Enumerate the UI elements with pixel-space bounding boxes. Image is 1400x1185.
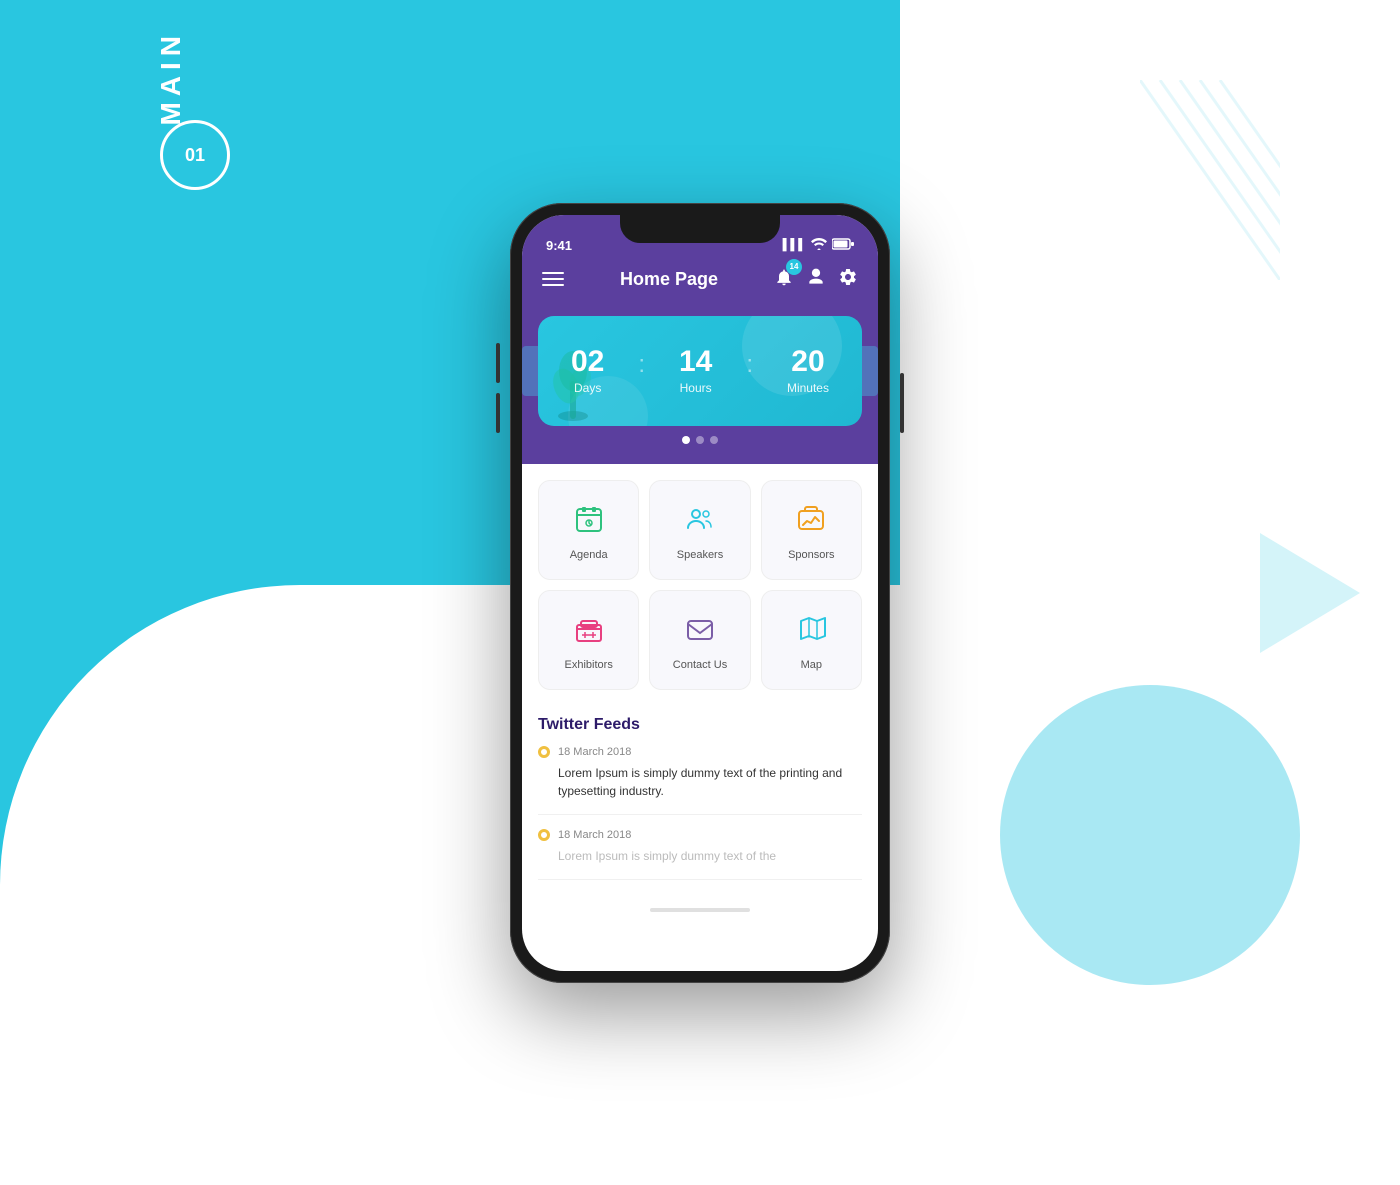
- twitter-title: Twitter Feeds: [538, 716, 862, 734]
- tweet-dot-1: [538, 746, 550, 758]
- notification-button[interactable]: 14: [774, 267, 794, 292]
- lines-decoration: [1140, 80, 1280, 280]
- tweet-date-row-1: 18 March 2018: [538, 746, 862, 758]
- dot-1[interactable]: [682, 436, 690, 444]
- phone-mockup: 9:41 ▌▌▌: [510, 203, 890, 983]
- number-circle: 01: [160, 120, 230, 190]
- map-icon: [791, 609, 831, 649]
- power-button: [900, 373, 904, 433]
- speakers-menu-item[interactable]: Speakers: [649, 480, 750, 580]
- content-area: Agenda Speakers: [522, 464, 878, 916]
- dot-3[interactable]: [710, 436, 718, 444]
- tweet-item-1: 18 March 2018 Lorem Ipsum is simply dumm…: [538, 746, 862, 815]
- volume-up-button: [496, 343, 500, 383]
- slider-dots: [538, 436, 862, 444]
- main-label: MAIN: [155, 30, 187, 126]
- phone-notch: [620, 215, 780, 243]
- exhibitors-icon: [569, 609, 609, 649]
- contact-menu-item[interactable]: Contact Us: [649, 590, 750, 690]
- phone-frame: 9:41 ▌▌▌: [510, 203, 890, 983]
- profile-button[interactable]: [806, 267, 826, 292]
- tweet-item-2: 18 March 2018 Lorem Ipsum is simply dumm…: [538, 829, 862, 880]
- menu-grid: Agenda Speakers: [522, 464, 878, 706]
- tweet-dot-2: [538, 829, 550, 841]
- sponsors-menu-item[interactable]: Sponsors: [761, 480, 862, 580]
- hero-slider[interactable]: 02 Days : 14 Hours : 20 Minutes: [522, 306, 878, 464]
- tweet-text-2: Lorem Ipsum is simply dummy text of the: [538, 847, 862, 865]
- volume-down-button: [496, 393, 500, 433]
- countdown-minutes: 20 Minutes: [787, 345, 829, 397]
- settings-button[interactable]: [838, 267, 858, 292]
- map-menu-item[interactable]: Map: [761, 590, 862, 690]
- phone-screen: 9:41 ▌▌▌: [522, 215, 878, 971]
- agenda-icon: [569, 499, 609, 539]
- tweet-date-row-2: 18 March 2018: [538, 829, 862, 841]
- scroll-indicator: [522, 904, 878, 916]
- twitter-section: Twitter Feeds 18 March 2018 Lorem Ipsum …: [522, 706, 878, 904]
- speakers-label: Speakers: [677, 549, 723, 561]
- status-icons: ▌▌▌: [783, 238, 854, 253]
- countdown-days: 02 Days: [571, 345, 604, 397]
- signal-icon: ▌▌▌: [783, 239, 806, 251]
- dot-2[interactable]: [696, 436, 704, 444]
- contact-icon: [680, 609, 720, 649]
- battery-icon: [832, 238, 854, 253]
- agenda-menu-item[interactable]: Agenda: [538, 480, 639, 580]
- tweet-text-1: Lorem Ipsum is simply dummy text of the …: [538, 764, 862, 800]
- slider-right-tab: [862, 346, 878, 396]
- tweet-date-2: 18 March 2018: [558, 829, 631, 841]
- slider-left-tab: [522, 346, 538, 396]
- map-label: Map: [801, 659, 822, 671]
- countdown-sep2: :: [746, 351, 753, 391]
- countdown-card: 02 Days : 14 Hours : 20 Minutes: [538, 316, 862, 426]
- sponsors-label: Sponsors: [788, 549, 834, 561]
- countdown-sep1: :: [638, 351, 645, 391]
- app-header: Home Page 14: [522, 259, 878, 306]
- countdown-hours: 14 Hours: [679, 345, 712, 397]
- header-actions: 14: [774, 267, 858, 292]
- triangle-decoration: [1260, 533, 1360, 653]
- contact-label: Contact Us: [673, 659, 727, 671]
- header-title: Home Page: [620, 269, 718, 290]
- tweet-date-1: 18 March 2018: [558, 746, 631, 758]
- scroll-bar: [650, 908, 750, 912]
- agenda-label: Agenda: [570, 549, 608, 561]
- menu-button[interactable]: [542, 272, 564, 286]
- exhibitors-menu-item[interactable]: Exhibitors: [538, 590, 639, 690]
- status-time: 9:41: [546, 238, 572, 253]
- wifi-icon: [811, 238, 827, 253]
- notification-badge: 14: [786, 259, 802, 275]
- exhibitors-label: Exhibitors: [565, 659, 613, 671]
- sponsors-icon: [791, 499, 831, 539]
- speakers-icon: [680, 499, 720, 539]
